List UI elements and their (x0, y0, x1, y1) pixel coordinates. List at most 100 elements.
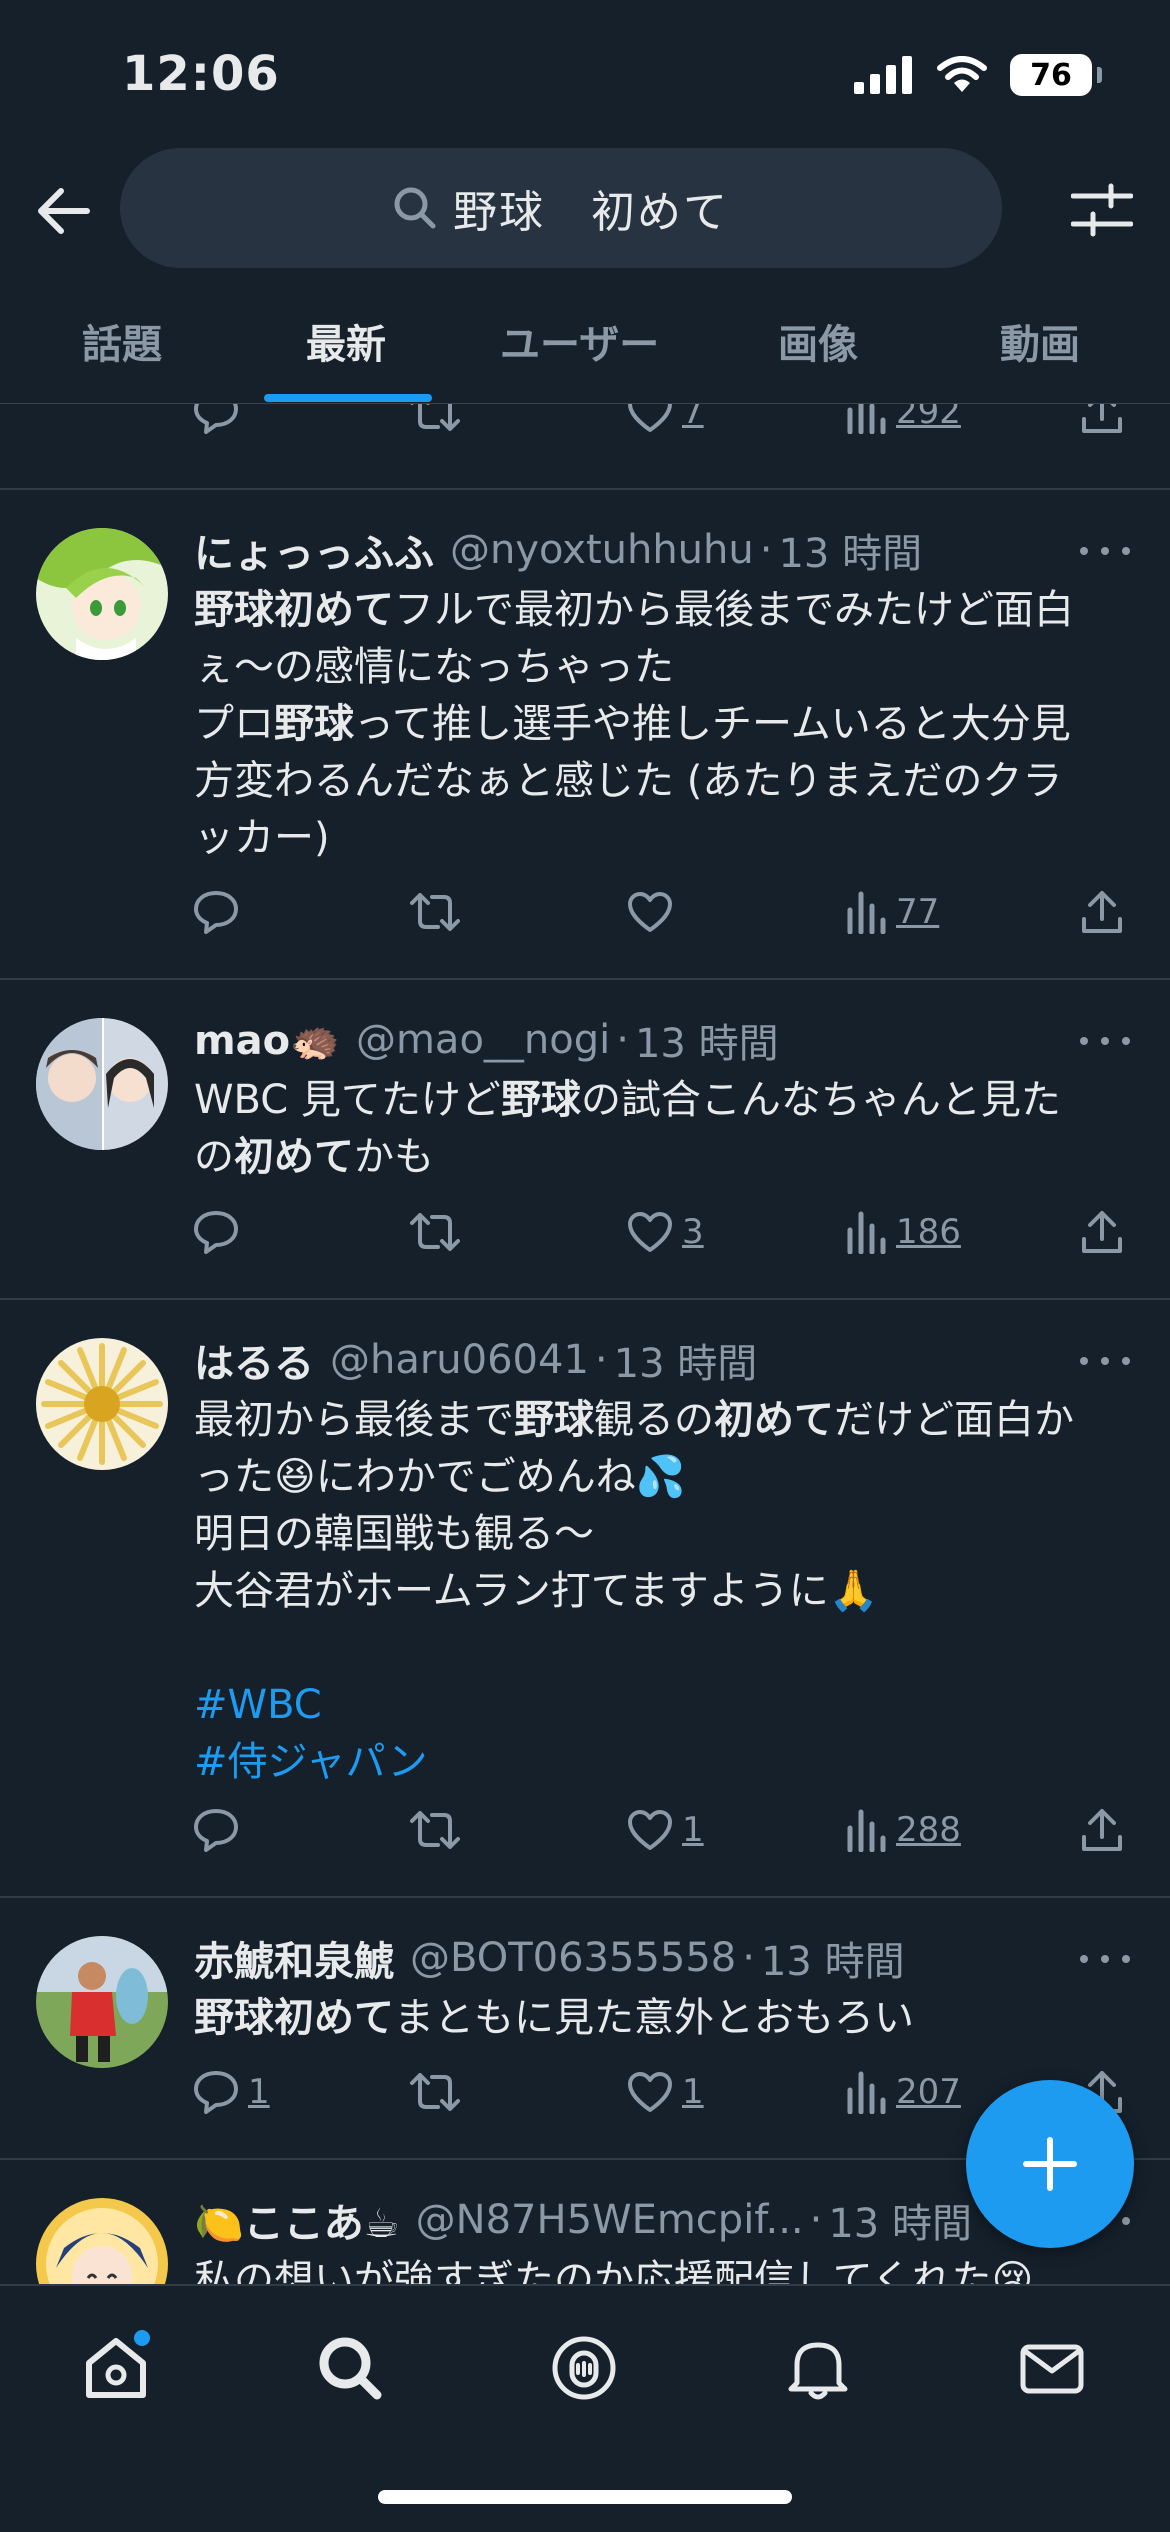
tweet-header: 🍋ここあ☕ @N87H5WEmcpif... · 13 時間 (194, 2190, 972, 2250)
retweet-icon (410, 893, 460, 931)
tweet-actions: 3 186 (0, 1202, 1170, 1262)
reply-count: 1 (248, 2072, 270, 2112)
avatar[interactable] (36, 2198, 168, 2284)
reply-button[interactable] (192, 1800, 240, 1860)
tab-trending[interactable]: 話題 (82, 312, 162, 370)
user-handle[interactable]: @BOT06355558 (410, 1935, 736, 1981)
nav-messages[interactable] (1012, 2328, 1092, 2408)
views-button[interactable]: 77 (846, 882, 939, 942)
tweet-text-line: #WBC (194, 1677, 1134, 1734)
reply-button[interactable] (192, 404, 240, 442)
nav-home[interactable] (76, 2328, 156, 2408)
user-handle[interactable]: @mao__nogi (356, 1017, 610, 1063)
search-icon (319, 2337, 382, 2400)
reply-button[interactable] (192, 1202, 240, 1262)
tweet-feed[interactable]: 7 292 にょっっふふ @nyoxtuhhuhu · 13 時間 野球初めてフ… (0, 404, 1170, 2284)
search-settings-button[interactable] (1064, 172, 1140, 248)
search-input[interactable]: 野球 初めて (120, 148, 1002, 268)
tweet-text: 野球初めてまともに見た意外とおもろい (194, 1990, 1134, 2047)
tweet-card[interactable]: にょっっふふ @nyoxtuhhuhu · 13 時間 野球初めてフルで最初から… (0, 490, 1170, 978)
back-button[interactable] (28, 176, 98, 246)
tweet-header: はるる @haru06041 · 13 時間 (194, 1330, 757, 1390)
views-count: 77 (896, 892, 940, 932)
display-name[interactable]: にょっっふふ (194, 521, 434, 579)
avatar[interactable] (36, 1338, 168, 1470)
tab-images[interactable]: 画像 (778, 312, 858, 370)
tab-users[interactable]: ユーザー (500, 312, 659, 370)
tweet-text-line: プロ野球って推し選手や推しチームいると大分見 (194, 696, 1134, 753)
sliders-icon (1071, 183, 1133, 237)
like-button[interactable] (626, 882, 674, 942)
reply-button[interactable] (192, 882, 240, 942)
avatar[interactable] (36, 1018, 168, 1150)
display-name[interactable]: 赤鯱和泉鯱 (194, 1929, 394, 1987)
search-header: 野球 初めて (0, 140, 1170, 280)
search-icon (394, 187, 436, 229)
avatar[interactable] (36, 1936, 168, 2068)
user-handle[interactable]: @nyoxtuhhuhu (450, 527, 754, 573)
highlighted-keyword: 初めて (714, 1397, 834, 1443)
nav-spaces[interactable] (544, 2328, 624, 2408)
text-segment: 最初から最後まで (194, 1397, 514, 1443)
share-icon (1082, 1211, 1122, 1253)
tweet-card[interactable]: mao🦔 @mao__nogi · 13 時間 WBC 見てたけど野球の試合こん… (0, 980, 1170, 1298)
hashtag-link[interactable]: #侍ジャパン (194, 1739, 428, 1785)
compose-tweet-button[interactable] (966, 2080, 1134, 2248)
views-button[interactable]: 288 (846, 1800, 961, 1860)
hashtag-link[interactable]: #WBC (194, 1682, 322, 1728)
user-handle[interactable]: @N87H5WEmcpif... (416, 2197, 804, 2243)
tab-latest[interactable]: 最新 (306, 312, 386, 370)
share-button[interactable] (1080, 1800, 1124, 1860)
like-button[interactable]: 1 (626, 2062, 704, 2122)
bar-chart-icon (847, 1211, 886, 1254)
views-button[interactable]: 207 (846, 2062, 961, 2122)
share-icon (1082, 891, 1122, 933)
retweet-icon (410, 404, 460, 431)
display-name[interactable]: 🍋ここあ☕ (194, 2191, 400, 2249)
bar-chart-icon (847, 891, 886, 934)
text-segment: まともに見た意外とおもろい (394, 1995, 914, 2041)
reply-button[interactable]: 1 (192, 2062, 270, 2122)
tweet-text-line: った😆にわかでごめんね💦 (194, 1449, 1134, 1506)
like-button[interactable]: 3 (626, 1202, 704, 1262)
bar-chart-icon (847, 1809, 886, 1852)
retweet-icon (410, 2073, 460, 2111)
views-button[interactable]: 186 (846, 1202, 961, 1262)
tweet-text: 私の想いが強すぎたのか応援配信してくれた😢 (194, 2252, 1134, 2284)
active-tab-indicator (264, 394, 432, 402)
text-segment: った😆にわかでごめんね💦 (194, 1454, 686, 1500)
nav-search[interactable] (310, 2328, 390, 2408)
more-options-button[interactable] (1080, 536, 1130, 566)
share-button[interactable] (1080, 1202, 1124, 1262)
display-name[interactable]: mao🦔 (194, 1017, 340, 1064)
like-button[interactable]: 1 (626, 1800, 704, 1860)
views-count: 186 (896, 1212, 961, 1252)
retweet-button[interactable] (408, 882, 462, 942)
nav-notifications[interactable] (778, 2328, 858, 2408)
tweet-card[interactable]: はるる @haru06041 · 13 時間 最初から最後まで野球観るの初めてだ… (0, 1300, 1170, 1896)
more-options-button[interactable] (1080, 1346, 1130, 1376)
user-handle[interactable]: @haru06041 (330, 1337, 589, 1383)
like-button[interactable]: 7 (626, 404, 704, 442)
retweet-button[interactable] (408, 404, 462, 442)
tweet-actions: 77 (0, 882, 1170, 942)
views-count: 288 (896, 1810, 961, 1850)
share-button[interactable] (1080, 404, 1124, 442)
retweet-button[interactable] (408, 1800, 462, 1860)
avatar[interactable] (36, 528, 168, 660)
tweet-text-line: 大谷君がホームラン打てますように🙏 (194, 1563, 1134, 1620)
text-segment: の試合こんなちゃんと見た (580, 1077, 1061, 1123)
retweet-button[interactable] (408, 2062, 462, 2122)
display-name[interactable]: はるる (194, 1331, 314, 1389)
views-button[interactable]: 292 (846, 404, 961, 442)
reply-icon (194, 1809, 238, 1852)
tab-videos[interactable]: 動画 (1000, 312, 1080, 370)
share-button[interactable] (1080, 882, 1124, 942)
more-options-button[interactable] (1080, 1944, 1130, 1974)
like-count: 3 (682, 1212, 704, 1252)
retweet-button[interactable] (408, 1202, 462, 1262)
tweet-text-line: ぇ〜の感情になっちゃった (194, 639, 1134, 696)
more-options-button[interactable] (1080, 1026, 1130, 1056)
tweet-text-line: ッカー) (194, 810, 1134, 867)
text-segment: プロ (194, 701, 274, 747)
